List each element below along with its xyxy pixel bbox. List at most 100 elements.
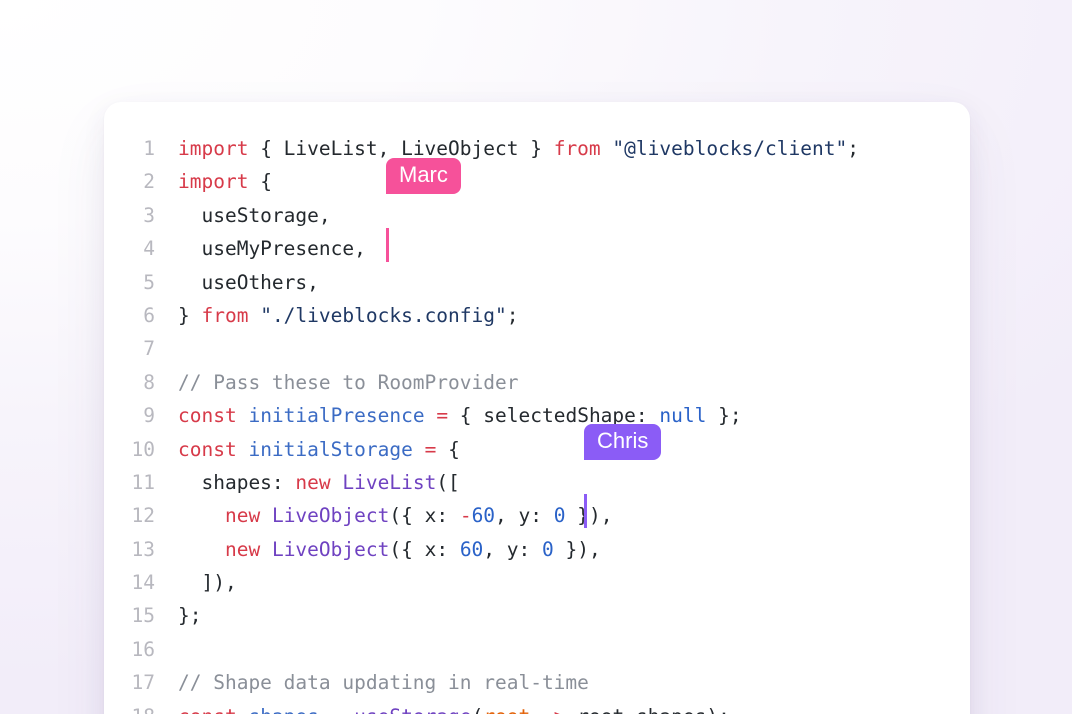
- code-line-text: const initialPresence = { selectedShape:…: [178, 399, 742, 432]
- code-line[interactable]: 10 const initialStorage = {: [104, 433, 970, 466]
- line-number: 6: [143, 303, 155, 327]
- code-token-num: null: [659, 404, 707, 428]
- code-line[interactable]: 4 useMyPresence,: [104, 232, 970, 265]
- code-line-text: } from "./liveblocks.config";: [178, 299, 519, 332]
- code-token-plain: { LiveList, LiveObject }: [248, 137, 554, 160]
- code-token-plain: }: [178, 303, 202, 327]
- code-token-plain: {: [248, 170, 272, 194]
- code-token-comment: // Pass these to RoomProvider: [178, 370, 519, 394]
- code-token-kw: const: [178, 437, 237, 461]
- code-line[interactable]: 7: [104, 332, 970, 365]
- code-token-var: initialPresence: [248, 404, 425, 428]
- code-token-kw: const: [178, 404, 237, 428]
- code-line[interactable]: 8 // Pass these to RoomProvider: [104, 366, 970, 399]
- code-token-kw: from: [201, 303, 249, 327]
- line-number: 1: [143, 137, 155, 160]
- code-token-kw: import: [178, 170, 249, 194]
- code-token-plain: { selectedShape:: [448, 404, 660, 428]
- code-token-plain: }),: [565, 504, 613, 528]
- line-number: 5: [143, 270, 155, 294]
- code-line[interactable]: 16: [104, 633, 970, 666]
- line-number: 9: [143, 404, 155, 428]
- code-token-comment: // Shape data updating in real-time: [178, 671, 589, 695]
- code-line[interactable]: 18 const shapes = useStorage(root => root…: [104, 700, 970, 714]
- code-token-plain: }),: [553, 537, 601, 561]
- code-token-plain: };: [178, 604, 202, 628]
- screen: 1 import { LiveList, LiveObject } from "@…: [0, 0, 1072, 714]
- code-token-class: LiveObject: [271, 537, 390, 561]
- code-token-kw: from: [553, 137, 601, 160]
- code-token-op: =: [436, 404, 449, 428]
- code-line[interactable]: 15};: [104, 599, 970, 632]
- code-line[interactable]: 9 const initialPresence = { selectedShape…: [104, 399, 970, 432]
- code-token-plain: , y:: [495, 504, 554, 528]
- line-number: 16: [131, 637, 155, 661]
- code-token-str: "@liveblocks/client": [612, 137, 848, 160]
- code-line-text: const shapes = useStorage(root => root.s…: [178, 700, 730, 714]
- code-line[interactable]: 13 new LiveObject({ x: 60, y: 0 }),: [104, 533, 970, 566]
- line-number: 7: [143, 337, 155, 361]
- code-token-var: shapes: [248, 705, 318, 714]
- code-line-text: import {: [178, 165, 272, 198]
- code-token-op: =: [424, 437, 437, 461]
- code-line[interactable]: 1 import { LiveList, LiveObject } from "@…: [104, 132, 970, 165]
- code-line-text: shapes: new LiveList([: [178, 466, 460, 499]
- code-token-op: =: [331, 705, 343, 714]
- code-token-class: LiveList: [342, 470, 437, 494]
- code-line[interactable]: 2 import {: [104, 165, 970, 198]
- code-token-class: LiveObject: [271, 504, 390, 528]
- code-token-op: =>: [542, 705, 565, 714]
- code-line[interactable]: 17 // Shape data updating in real-time: [104, 666, 970, 699]
- code-line-text: };: [178, 599, 201, 632]
- code-token-var: initialStorage: [248, 437, 413, 461]
- code-token-num: 0: [542, 537, 554, 561]
- code-editor-card[interactable]: 1 import { LiveList, LiveObject } from "@…: [104, 102, 970, 714]
- code-line[interactable]: 5 useOthers,: [104, 266, 970, 299]
- line-number: 12: [131, 504, 155, 528]
- code-line-text: new LiveObject({ x: 60, y: 0 }),: [178, 533, 601, 566]
- code-token-plain: ({ x:: [389, 504, 460, 528]
- code-token-kw: new: [295, 470, 331, 494]
- line-number: 4: [143, 237, 155, 261]
- line-number: 18: [104, 700, 155, 714]
- line-number: 14: [131, 571, 155, 595]
- code-token-plain: useStorage,: [178, 203, 331, 227]
- code-line-text: useStorage,: [178, 199, 331, 232]
- code-token-plain: ;: [847, 137, 859, 160]
- code-line-text: ]),: [178, 566, 237, 599]
- line-number: 10: [131, 437, 155, 461]
- code-token-plain: ]),: [178, 571, 237, 595]
- code-editor-content[interactable]: 1 import { LiveList, LiveObject } from "@…: [104, 102, 970, 714]
- code-token-plain: root.shapes);: [566, 705, 730, 714]
- code-token-str: "./liveblocks.config": [260, 303, 507, 327]
- line-number: 17: [131, 671, 155, 695]
- code-line[interactable]: 6 } from "./liveblocks.config";: [104, 299, 970, 332]
- code-line[interactable]: 14 ]),: [104, 566, 970, 599]
- code-line[interactable]: 11 shapes: new LiveList([: [104, 466, 970, 499]
- code-token-plain: useOthers,: [178, 270, 319, 294]
- code-token-plain: };: [706, 404, 742, 428]
- code-line[interactable]: 3 useStorage,: [104, 199, 970, 232]
- line-number: 8: [143, 370, 155, 394]
- code-line-text: useMyPresence,: [178, 232, 365, 265]
- code-token-class: useStorage: [354, 705, 471, 714]
- code-line[interactable]: 12 new LiveObject({ x: -60, y: 0 }),: [104, 499, 970, 532]
- code-token-op: -: [459, 504, 472, 528]
- code-token-kw: const: [178, 705, 237, 714]
- code-token-num: 0: [553, 504, 566, 528]
- line-number: 15: [131, 604, 155, 628]
- code-token-plain: ([: [436, 470, 460, 494]
